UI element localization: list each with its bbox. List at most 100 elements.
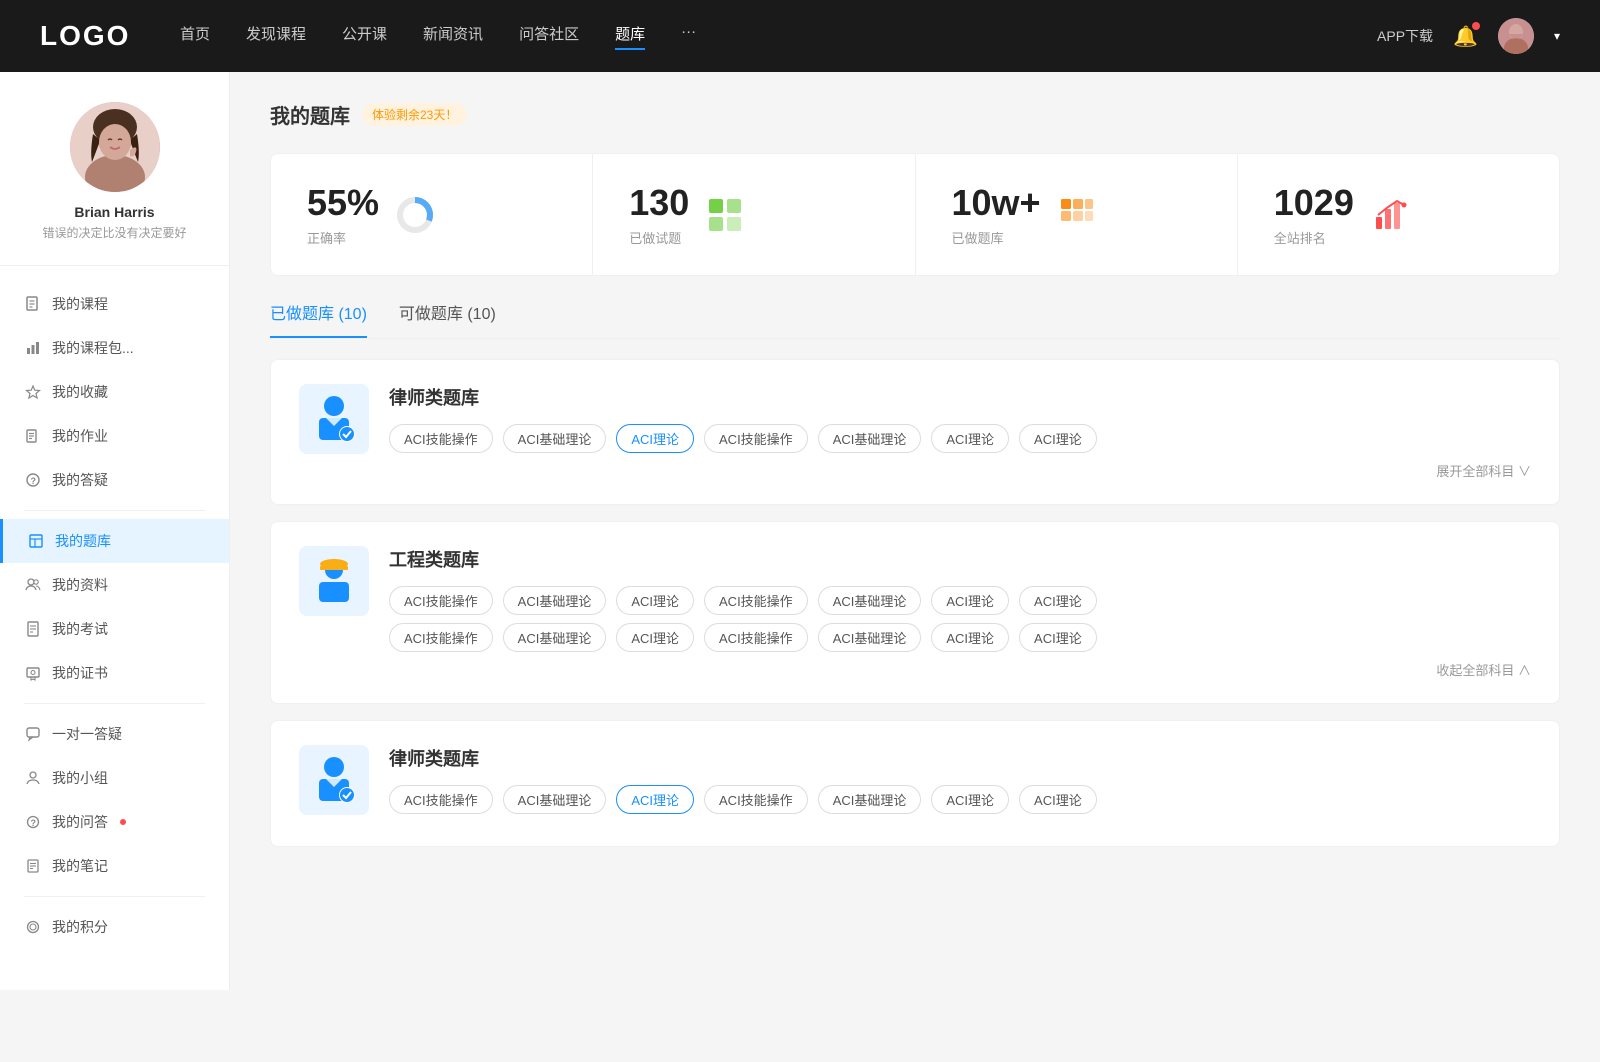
bank-2-expand[interactable]: 收起全部科目 ∧: [389, 660, 1531, 679]
sidebar-label-my-questions: 我的问答: [52, 812, 108, 832]
bank-3-tag-3[interactable]: ACI技能操作: [704, 785, 808, 814]
nav-link-bank[interactable]: 题库: [615, 23, 645, 50]
nav-link-news[interactable]: 新闻资讯: [423, 23, 483, 50]
bank-2-tag-r1-4[interactable]: ACI基础理论: [818, 586, 922, 615]
bank-1-tag-3[interactable]: ACI技能操作: [704, 424, 808, 453]
stat-done-banks: 10w+ 已做题库: [916, 154, 1238, 275]
edit-icon: [24, 427, 42, 445]
nav-link-qa[interactable]: 问答社区: [519, 23, 579, 50]
sidebar-item-my-notes[interactable]: 我的笔记: [0, 844, 229, 888]
bank-3-tag-6[interactable]: ACI理论: [1019, 785, 1097, 814]
sidebar-item-my-exam[interactable]: 我的考试: [0, 607, 229, 651]
main-layout: Brian Harris 错误的决定比没有决定要好 我的课程 我的课程包...: [0, 72, 1600, 990]
nav-link-home[interactable]: 首页: [180, 23, 210, 50]
bank-card-3-header: 律师类题库 ACI技能操作 ACI基础理论 ACI理论 ACI技能操作 ACI基…: [299, 745, 1531, 822]
user-dropdown-icon[interactable]: ▾: [1554, 29, 1560, 43]
sidebar-item-one-on-one[interactable]: 一对一答疑: [0, 712, 229, 756]
bank-2-tag-r2-0[interactable]: ACI技能操作: [389, 623, 493, 652]
bank-3-tag-4[interactable]: ACI基础理论: [818, 785, 922, 814]
avatar-image: [1498, 18, 1534, 54]
bank-1-tag-2[interactable]: ACI理论: [616, 424, 694, 453]
sidebar-item-my-course[interactable]: 我的课程: [0, 282, 229, 326]
stat-accuracy-label: 正确率: [307, 228, 379, 247]
chat-icon: [24, 725, 42, 743]
bank-card-2-header: 工程类题库 ACI技能操作 ACI基础理论 ACI理论 ACI技能操作 ACI基…: [299, 546, 1531, 679]
bank-1-expand[interactable]: 展开全部科目 ∨: [389, 461, 1531, 480]
bank-2-tag-r2-5[interactable]: ACI理论: [931, 623, 1009, 652]
sidebar-item-my-course-package[interactable]: 我的课程包...: [0, 326, 229, 370]
sidebar-item-my-homework[interactable]: 我的作业: [0, 414, 229, 458]
bank-card-1: 律师类题库 ACI技能操作 ACI基础理论 ACI理论 ACI技能操作 ACI基…: [270, 359, 1560, 505]
main-content: 我的题库 体验剩余23天！ 55% 正确率: [230, 72, 1600, 990]
nav-link-discover[interactable]: 发现课程: [246, 23, 306, 50]
bank-2-tag-r1-2[interactable]: ACI理论: [616, 586, 694, 615]
sidebar-label-my-question-bank: 我的题库: [55, 531, 111, 551]
question-icon: ?: [24, 471, 42, 489]
bank-1-tag-0[interactable]: ACI技能操作: [389, 424, 493, 453]
sidebar-item-my-qa[interactable]: ? 我的答疑: [0, 458, 229, 502]
bank-2-icon: [299, 546, 369, 616]
bank-card-2: 工程类题库 ACI技能操作 ACI基础理论 ACI理论 ACI技能操作 ACI基…: [270, 521, 1560, 704]
bank-2-tag-r1-5[interactable]: ACI理论: [931, 586, 1009, 615]
bank-2-tag-r2-4[interactable]: ACI基础理论: [818, 623, 922, 652]
bank-2-tag-r2-6[interactable]: ACI理论: [1019, 623, 1097, 652]
bank-1-tag-1[interactable]: ACI基础理论: [503, 424, 607, 453]
bank-1-tags: ACI技能操作 ACI基础理论 ACI理论 ACI技能操作 ACI基础理论 AC…: [389, 424, 1531, 453]
tab-available-banks[interactable]: 可做题库 (10): [399, 300, 496, 338]
nav-logo: LOGO: [40, 20, 140, 52]
questions-dot: [120, 819, 126, 825]
bank-2-tag-r2-2[interactable]: ACI理论: [616, 623, 694, 652]
profile-avatar: [70, 102, 160, 192]
tab-done-banks[interactable]: 已做题库 (10): [270, 300, 367, 338]
bank-3-tag-5[interactable]: ACI理论: [931, 785, 1009, 814]
tabs: 已做题库 (10) 可做题库 (10): [270, 300, 1560, 339]
stat-site-rank: 1029 全站排名: [1238, 154, 1559, 275]
grid-green-icon: [705, 195, 745, 235]
bank-1-tag-4[interactable]: ACI基础理论: [818, 424, 922, 453]
bank-2-tag-r2-1[interactable]: ACI基础理论: [503, 623, 607, 652]
bank-1-tag-6[interactable]: ACI理论: [1019, 424, 1097, 453]
svg-text:?: ?: [31, 476, 37, 486]
sidebar-label-my-points: 我的积分: [52, 917, 108, 937]
bank-2-tags-row1: ACI技能操作 ACI基础理论 ACI理论 ACI技能操作 ACI基础理论 AC…: [389, 586, 1531, 615]
bank-2-tag-r1-6[interactable]: ACI理论: [1019, 586, 1097, 615]
sidebar-item-my-certificate[interactable]: 我的证书: [0, 651, 229, 695]
bank-3-content: 律师类题库 ACI技能操作 ACI基础理论 ACI理论 ACI技能操作 ACI基…: [389, 745, 1531, 822]
nav-link-opencourse[interactable]: 公开课: [342, 23, 387, 50]
stat-done-questions-label: 已做试题: [629, 228, 689, 247]
bank-2-tag-r1-1[interactable]: ACI基础理论: [503, 586, 607, 615]
bank-3-tag-2[interactable]: ACI理论: [616, 785, 694, 814]
bank-1-tag-5[interactable]: ACI理论: [931, 424, 1009, 453]
stat-accuracy-number: 55%: [307, 182, 379, 224]
nav-right: APP下载 🔔 ▾: [1377, 18, 1560, 54]
sidebar-item-my-points[interactable]: 我的积分: [0, 905, 229, 949]
app-download-link[interactable]: APP下载: [1377, 26, 1433, 46]
trial-badge: 体验剩余23天！: [362, 103, 467, 126]
bank-3-tag-1[interactable]: ACI基础理论: [503, 785, 607, 814]
table-icon: [27, 532, 45, 550]
bank-2-tag-r2-3[interactable]: ACI技能操作: [704, 623, 808, 652]
sidebar-label-my-certificate: 我的证书: [52, 663, 108, 683]
sidebar-item-my-favorites[interactable]: 我的收藏: [0, 370, 229, 414]
sidebar-item-my-question-bank[interactable]: 我的题库: [0, 519, 229, 563]
qa-icon: ?: [24, 813, 42, 831]
notification-bell[interactable]: 🔔: [1453, 24, 1478, 49]
user-avatar[interactable]: [1498, 18, 1534, 54]
sidebar-item-my-profile[interactable]: 我的资料: [0, 563, 229, 607]
bank-3-name: 律师类题库: [389, 745, 1531, 771]
sidebar-label-my-group: 我的小组: [52, 768, 108, 788]
stats-container: 55% 正确率 130 已做试题: [270, 153, 1560, 276]
star-icon: [24, 383, 42, 401]
sidebar-menu: 我的课程 我的课程包... 我的收藏 我的作业: [0, 266, 229, 965]
bank-2-tag-r1-0[interactable]: ACI技能操作: [389, 586, 493, 615]
sidebar-item-my-group[interactable]: 我的小组: [0, 756, 229, 800]
bank-3-tag-0[interactable]: ACI技能操作: [389, 785, 493, 814]
certificate-icon: [24, 664, 42, 682]
sidebar-divider-2: [24, 703, 205, 704]
sidebar-item-my-questions[interactable]: ? 我的问答: [0, 800, 229, 844]
nav-link-more[interactable]: ···: [681, 23, 696, 50]
stat-accuracy: 55% 正确率: [271, 154, 593, 275]
bank-2-tag-r1-3[interactable]: ACI技能操作: [704, 586, 808, 615]
bank-1-icon: [299, 384, 369, 454]
bank-card-1-header: 律师类题库 ACI技能操作 ACI基础理论 ACI理论 ACI技能操作 ACI基…: [299, 384, 1531, 480]
